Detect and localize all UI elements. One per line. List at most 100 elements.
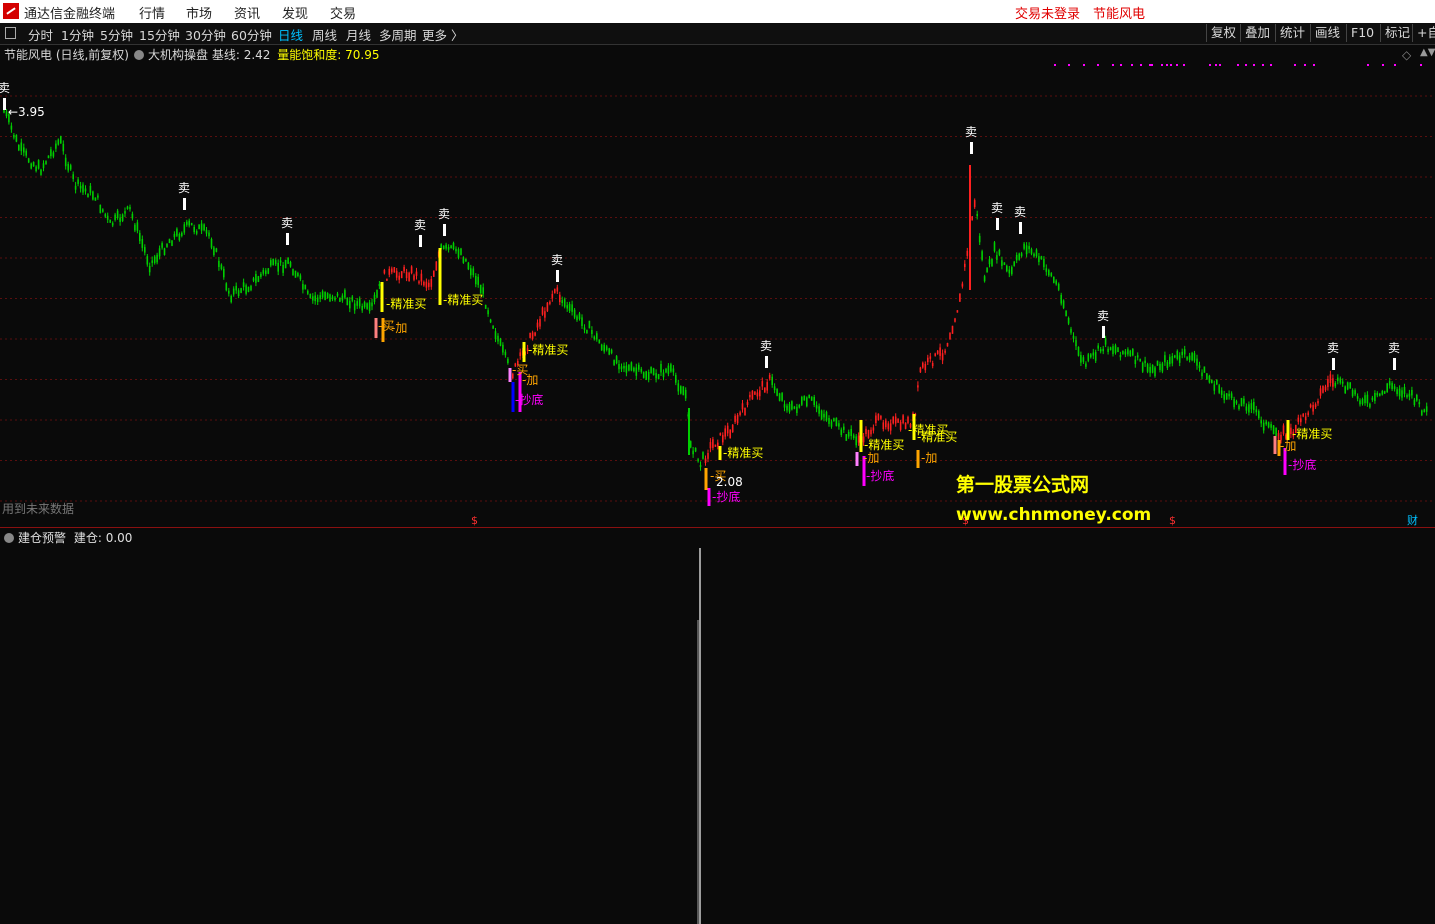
candle-body: [899, 421, 902, 430]
signal-bar: [438, 248, 442, 305]
candle-body: [341, 295, 344, 301]
candle-body: [768, 374, 771, 379]
candle-body: [247, 286, 250, 292]
candle-body: [1228, 393, 1230, 397]
signal-label: -加: [1280, 439, 1296, 453]
candle-body: [1040, 256, 1043, 260]
candle-body: [200, 223, 203, 231]
kline-chart[interactable]: 卖卖卖 卖卖卖卖卖卖 卖卖卖 卖-精准买-买-加-精准买-精准买-买-加-抄底-精准买…: [0, 0, 1435, 924]
sell-label: 卖: [1014, 205, 1026, 219]
candle-body: [245, 285, 247, 294]
candle-body: [1099, 349, 1102, 352]
top-signal-dot: [1253, 64, 1255, 66]
candle-body: [1391, 383, 1393, 390]
candle-body: [823, 413, 825, 418]
candle-body: [1300, 418, 1302, 423]
candle-body: [764, 387, 766, 393]
candle-body: [1109, 347, 1112, 351]
candle-body: [739, 412, 741, 415]
candle-body: [1087, 354, 1090, 361]
candle-body: [470, 268, 472, 276]
candle-body: [931, 363, 934, 367]
candle-body: [1183, 349, 1186, 355]
candle-body: [630, 362, 633, 371]
candle-body: [655, 373, 657, 379]
signal-label: -精准买: [864, 438, 904, 452]
candle-body: [978, 235, 981, 243]
candle-body: [109, 219, 111, 223]
candle-body: [759, 390, 761, 397]
candle-body: [279, 260, 282, 263]
signal-label: -抄底: [712, 489, 740, 504]
top-signal-dot: [1382, 64, 1384, 66]
candle-body: [1060, 294, 1062, 304]
sell-label: 卖: [414, 218, 426, 232]
candle-body: [1351, 389, 1354, 397]
candle-body: [383, 270, 386, 274]
dollar-marker[interactable]: $: [471, 514, 478, 527]
candle-body: [228, 290, 230, 294]
signals: 卖卖卖 卖卖卖卖卖卖 卖卖卖 卖-精准买-买-加-精准买-精准买-买-加-抄底-精准买…: [0, 81, 1400, 506]
candle-body: [596, 333, 598, 340]
panel-separator: [0, 527, 1435, 528]
candle-body: [677, 383, 680, 392]
lower-panel-title[interactable]: 建仓预警: [18, 531, 66, 545]
candle-body: [420, 273, 423, 282]
indicator-menu-icon[interactable]: [4, 533, 14, 543]
candle-body: [1092, 352, 1095, 356]
candle-body: [484, 304, 487, 309]
candle-body: [1312, 405, 1314, 412]
candle-body: [561, 300, 563, 303]
candle-body: [672, 368, 675, 373]
candle-body: [820, 410, 823, 420]
candle-body: [373, 294, 376, 302]
candle-body: [791, 401, 793, 410]
candle-body: [1329, 374, 1332, 383]
candle-body: [178, 234, 181, 241]
candle-body: [27, 158, 30, 163]
candle-body: [284, 259, 287, 269]
candle-body: [618, 364, 620, 370]
candle-body: [445, 244, 447, 249]
signal-bar: [707, 488, 711, 506]
finance-marker[interactable]: 财: [1407, 512, 1418, 528]
candle-body: [1159, 364, 1161, 370]
candle-body: [1361, 399, 1364, 404]
candle-body: [983, 276, 986, 282]
candle-body: [1178, 355, 1181, 363]
sell-mark: [3, 98, 6, 110]
candle-body: [1322, 386, 1324, 393]
candle-body: [146, 256, 149, 265]
candle-body: [475, 275, 477, 285]
sell-label: 卖: [965, 125, 977, 139]
candle-body: [847, 431, 850, 437]
candle-body: [652, 368, 655, 376]
candle-body: [1337, 377, 1339, 381]
signal-label: -精准买: [1292, 427, 1332, 441]
candle-body: [423, 281, 425, 286]
candle-body: [1253, 402, 1255, 411]
candle-body: [388, 268, 391, 275]
candle-body: [610, 349, 613, 354]
candle-body: [707, 453, 709, 459]
candle-body: [77, 179, 79, 184]
candle-body: [1366, 394, 1369, 404]
candle-body: [741, 403, 744, 410]
signal-bar: [522, 342, 526, 362]
candle-body: [62, 143, 65, 152]
sell-label: 卖: [1097, 309, 1109, 323]
candle-body: [694, 447, 697, 452]
candle-body: [67, 163, 69, 171]
candle-body: [1104, 338, 1107, 345]
candle-body: [274, 260, 277, 265]
top-signal-dot: [1420, 64, 1422, 66]
candle-body: [1171, 356, 1174, 364]
dollar-marker[interactable]: $: [1169, 514, 1176, 527]
candle-body: [929, 356, 932, 359]
watermark-title: 第一股票公式网: [956, 474, 1090, 496]
candle-body: [1344, 386, 1346, 394]
candle-body: [1223, 394, 1225, 400]
candle-body: [18, 144, 20, 151]
candle-body: [1102, 348, 1104, 352]
candle-body: [1191, 352, 1193, 361]
